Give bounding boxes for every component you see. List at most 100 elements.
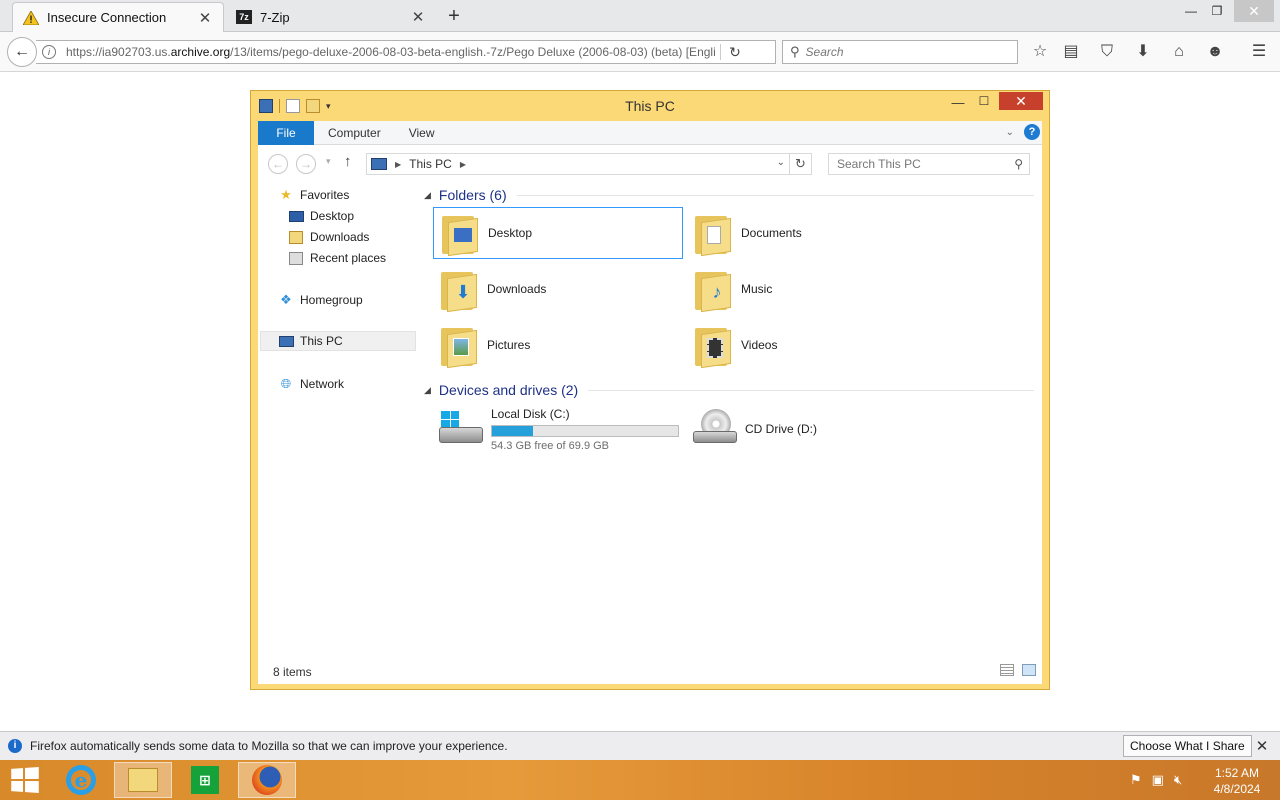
- site-info-icon[interactable]: i: [42, 45, 56, 59]
- recent-locations-icon[interactable]: ▾: [326, 156, 331, 167]
- home-icon[interactable]: ⌂: [1169, 42, 1189, 62]
- devices-group-header[interactable]: ◢ Devices and drives (2): [424, 380, 1034, 400]
- details-view-icon[interactable]: [1000, 664, 1014, 676]
- data-notification-bar: i Firefox automatically sends some data …: [0, 731, 1280, 760]
- explorer-close-icon[interactable]: ✕: [999, 92, 1043, 110]
- breadcrumb-arrow-icon[interactable]: ▶: [395, 160, 401, 169]
- search-input[interactable]: ⚲ Search: [782, 40, 1018, 64]
- explorer-body: File Computer View ⌄ ? ← → ▾ ↑ ▶ This PC…: [258, 120, 1042, 684]
- tab-insecure-connection[interactable]: Insecure Connection ✕: [12, 2, 224, 32]
- music-folder-icon: ♪: [693, 266, 733, 313]
- folder-documents[interactable]: Documents: [687, 207, 937, 259]
- downloads-folder-icon: ⬇: [439, 266, 479, 313]
- hard-drive-icon: [437, 409, 485, 449]
- item-count: 8 items: [273, 665, 312, 679]
- address-dropdown-icon[interactable]: ⌄: [777, 157, 785, 168]
- warning-icon: [23, 10, 39, 25]
- folders-group-header[interactable]: ◢ Folders (6): [424, 185, 1034, 205]
- url-text: https://ia902703.us.archive.org/13/items…: [66, 45, 716, 59]
- volume-muted-icon[interactable]: 🔇︎: [1174, 772, 1182, 788]
- pocket-icon[interactable]: ⛉: [1097, 42, 1117, 62]
- back-arrow-icon: ←: [14, 43, 30, 60]
- tab-7zip[interactable]: 7z 7-Zip ✕: [226, 2, 436, 32]
- nav-recent-places[interactable]: Recent places: [288, 248, 386, 268]
- breadcrumb-this-pc[interactable]: This PC: [409, 157, 452, 171]
- folder-pictures[interactable]: Pictures: [433, 319, 683, 371]
- action-center-flag-icon[interactable]: ⚑: [1130, 772, 1142, 788]
- ribbon: File Computer View ⌄ ?: [258, 120, 1042, 145]
- firefox-icon[interactable]: [238, 762, 296, 798]
- drive-cd-d[interactable]: CD Drive (D:): [687, 403, 937, 455]
- folder-videos[interactable]: Videos: [687, 319, 937, 371]
- bookmark-star-icon[interactable]: ☆: [1030, 42, 1050, 62]
- refresh-icon[interactable]: ↻: [790, 153, 812, 175]
- nav-homegroup[interactable]: ❖ Homegroup: [278, 290, 363, 310]
- new-tab-button[interactable]: +: [444, 4, 464, 28]
- system-tray: ⚑ ▣ 🔇︎: [1130, 772, 1182, 788]
- tab-file[interactable]: File: [258, 120, 314, 145]
- menu-icon[interactable]: ☰: [1249, 42, 1269, 62]
- folder-downloads[interactable]: ⬇ Downloads: [433, 263, 683, 315]
- restore-icon[interactable]: ❐: [1206, 0, 1228, 22]
- download-icon[interactable]: ⬇: [1133, 42, 1153, 62]
- taskbar: e ⊞ ⚑ ▣ 🔇︎ 1:52 AM 4/8/2024: [0, 760, 1280, 800]
- network-icon: 🌐︎: [280, 376, 292, 391]
- close-tab-icon[interactable]: ✕: [410, 8, 426, 26]
- close-tab-icon[interactable]: ✕: [197, 9, 213, 27]
- clock-date: 4/8/2024: [1213, 782, 1261, 796]
- documents-folder-icon: [693, 210, 733, 257]
- nav-downloads[interactable]: Downloads: [288, 227, 369, 247]
- close-icon[interactable]: ✕: [1254, 737, 1270, 755]
- info-icon: i: [8, 739, 22, 753]
- recent-places-icon: [288, 251, 304, 265]
- disk-usage-bar: [491, 424, 679, 437]
- feedback-icon[interactable]: ☻: [1205, 42, 1225, 62]
- up-icon[interactable]: ↑: [344, 153, 352, 170]
- clock-time: 1:52 AM: [1214, 766, 1260, 780]
- expand-ribbon-icon[interactable]: ⌄: [1006, 127, 1014, 138]
- clock[interactable]: 1:52 AM 4/8/2024: [1200, 765, 1274, 797]
- desktop-icon: [288, 209, 304, 223]
- large-icons-view-icon[interactable]: [1022, 664, 1036, 676]
- nav-forward-icon[interactable]: →: [296, 154, 316, 174]
- drive-local-disk-c[interactable]: Local Disk (C:) 54.3 GB free of 69.9 GB: [433, 403, 683, 455]
- explorer-title: This PC: [625, 98, 675, 114]
- nav-desktop[interactable]: Desktop: [288, 206, 354, 226]
- reading-list-icon[interactable]: ▤: [1061, 42, 1081, 62]
- nav-network[interactable]: 🌐︎ Network: [278, 374, 344, 394]
- explorer-minimize-icon[interactable]: —: [947, 95, 969, 113]
- breadcrumb-arrow-icon[interactable]: ▶: [460, 160, 466, 169]
- nav-favorites[interactable]: ★ Favorites: [278, 185, 349, 205]
- address-row: ← → ▾ ↑ ▶ This PC ▶ ⌄ ↻ Search This PC ⚲: [258, 147, 1042, 181]
- internet-explorer-icon[interactable]: e: [52, 762, 110, 798]
- address-bar[interactable]: ▶ This PC ▶ ⌄: [366, 153, 790, 175]
- homegroup-icon: ❖: [280, 292, 292, 307]
- minimize-icon[interactable]: —: [1180, 0, 1202, 22]
- choose-what-i-share-button[interactable]: Choose What I Share: [1123, 735, 1252, 757]
- url-bar[interactable]: i https://ia902703.us.archive.org/13/ite…: [36, 40, 776, 64]
- reload-icon[interactable]: ↻: [721, 44, 749, 61]
- cd-drive-icon: [691, 409, 739, 449]
- folder-desktop[interactable]: Desktop: [433, 207, 683, 259]
- browser-tab-bar: Insecure Connection ✕ 7z 7-Zip ✕ + — ❐ ✕: [0, 0, 1280, 32]
- file-explorer-icon[interactable]: [114, 762, 172, 798]
- windows-start-icon[interactable]: [11, 767, 39, 793]
- tab-title: 7-Zip: [260, 9, 290, 25]
- close-window-icon[interactable]: ✕: [1234, 0, 1274, 22]
- content-pane: ◢ Folders (6) Desktop Documents ⬇ Downlo…: [424, 185, 1036, 655]
- folder-music[interactable]: ♪ Music: [687, 263, 937, 315]
- search-icon: ⚲: [790, 44, 800, 59]
- store-icon[interactable]: ⊞: [176, 762, 234, 798]
- network-tray-icon[interactable]: ▣: [1152, 772, 1164, 788]
- search-this-pc-input[interactable]: Search This PC ⚲: [828, 153, 1030, 175]
- browser-toolbar: i https://ia902703.us.archive.org/13/ite…: [0, 32, 1280, 72]
- disk-usage-fill: [492, 425, 533, 436]
- help-icon[interactable]: ?: [1024, 124, 1040, 140]
- desktop-folder-icon: [440, 210, 480, 257]
- explorer-maximize-icon[interactable]: ☐: [973, 94, 995, 112]
- nav-back-icon[interactable]: ←: [268, 154, 288, 174]
- nav-this-pc[interactable]: This PC: [260, 331, 416, 351]
- tab-computer[interactable]: Computer: [314, 121, 395, 145]
- back-button[interactable]: ←: [7, 37, 37, 67]
- tab-view[interactable]: View: [395, 121, 449, 145]
